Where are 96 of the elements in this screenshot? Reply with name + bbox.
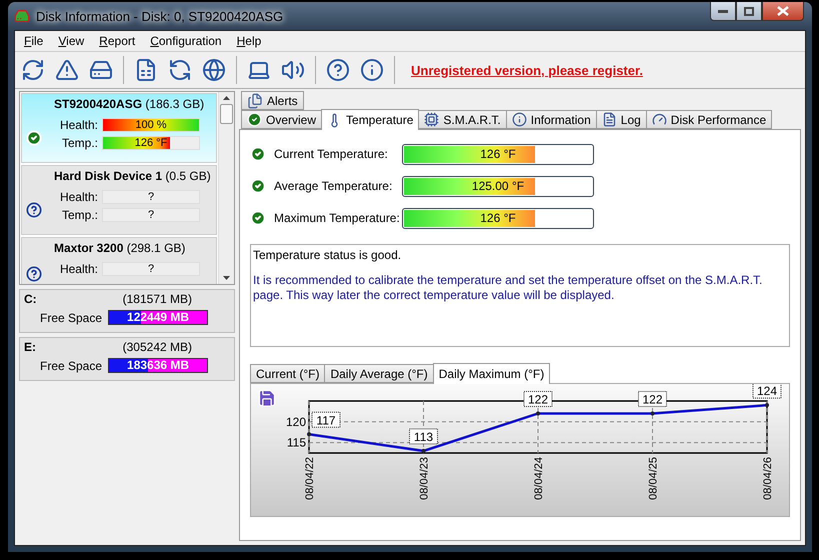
- window-title: Disk Information - Disk: 0, ST9200420ASG: [36, 8, 284, 24]
- maximize-button[interactable]: [736, 2, 762, 21]
- disk-item[interactable]: Maxtor 3200 (298.1 GB) Health: ?: [21, 237, 217, 284]
- info-icon: [512, 112, 527, 127]
- data-label: 124: [756, 384, 778, 398]
- data-label: 122: [642, 392, 663, 406]
- data-label: 122: [524, 390, 552, 407]
- temperature-label: Maximum Temperature:: [274, 211, 401, 225]
- menu-item[interactable]: Report: [94, 34, 146, 48]
- axis-label: 08/04/24: [533, 457, 545, 500]
- data-point: [536, 411, 540, 416]
- data-label: 113: [414, 430, 434, 444]
- temperature-meter: 125.00 °F: [402, 176, 594, 196]
- tab[interactable]: Overview: [241, 110, 322, 129]
- tab[interactable]: Disk Performance: [646, 110, 772, 129]
- check-icon: [247, 112, 262, 127]
- axis-label: 120: [286, 414, 306, 429]
- scrollbar[interactable]: [218, 92, 234, 284]
- chart-tab[interactable]: Daily Average (°F): [324, 364, 434, 383]
- data-label: 124: [752, 384, 782, 399]
- status-message: Temperature status is good.: [253, 248, 402, 262]
- document-icon[interactable]: [134, 58, 158, 82]
- close-icon: [777, 6, 789, 16]
- disk-item[interactable]: Hard Disk Device 1 (0.5 GB) Health: ? Temp.: ?: [21, 165, 217, 235]
- temperature-meter: 126 °F: [402, 208, 594, 228]
- free-space-label: Free Space: [40, 310, 102, 324]
- app-icon: [14, 8, 30, 24]
- axis-label: 115: [286, 436, 306, 450]
- menu-item[interactable]: Help: [232, 34, 272, 48]
- meter: 100 %: [102, 118, 200, 132]
- data-label: 122: [528, 392, 548, 406]
- tab[interactable]: S.M.A.R.T.: [418, 110, 507, 129]
- row-label: Health:: [60, 118, 99, 132]
- tab[interactable]: Alerts: [241, 91, 304, 110]
- menu-item[interactable]: View: [53, 34, 94, 48]
- save-icon[interactable]: [258, 390, 276, 406]
- refresh-icon[interactable]: [21, 58, 45, 82]
- scroll-down-icon[interactable]: [223, 276, 230, 280]
- data-label: 113: [409, 428, 438, 444]
- drive-letter: C:: [24, 292, 37, 306]
- meter: 126 °F: [102, 136, 200, 150]
- axis-label: 08/04/23: [418, 457, 430, 500]
- chart-tab[interactable]: Current (°F): [250, 364, 326, 383]
- menu-item[interactable]: File: [19, 34, 54, 48]
- register-link[interactable]: Unregistered version, please register.: [411, 62, 643, 78]
- data-point: [765, 403, 769, 408]
- info-icon[interactable]: [360, 58, 384, 82]
- temperature-label: Average Temperature:: [274, 179, 394, 193]
- data-point: [307, 432, 311, 436]
- help-icon[interactable]: [326, 58, 350, 82]
- hard-drive-icon[interactable]: [89, 58, 113, 82]
- globe-icon[interactable]: [202, 58, 226, 82]
- document-icon: [602, 112, 617, 127]
- disk-name: ST9200420ASG (186.3 GB): [53, 96, 206, 113]
- scroll-up-icon[interactable]: [223, 96, 230, 100]
- maximize-icon: [744, 6, 754, 16]
- tab[interactable]: Log: [596, 110, 647, 129]
- tab[interactable]: Information: [506, 110, 597, 129]
- data-label: 122: [638, 390, 667, 407]
- disk-name: Maxtor 3200 (298.1 GB): [53, 240, 186, 257]
- minimize-icon: [718, 10, 728, 12]
- minimize-button[interactable]: [710, 2, 736, 21]
- data-point: [650, 411, 654, 416]
- temperature-label: Current Temperature:: [274, 147, 389, 161]
- chart-tab[interactable]: Daily Maximum (°F): [432, 363, 550, 384]
- temperature-meter: 126 °F: [402, 144, 594, 164]
- axis-label: 08/04/25: [648, 457, 660, 500]
- tab[interactable]: Temperature: [321, 109, 420, 130]
- close-button[interactable]: [762, 2, 804, 21]
- axis-label: 08/04/22: [304, 457, 316, 500]
- meter: ?: [102, 262, 200, 276]
- sync-icon[interactable]: [168, 58, 192, 82]
- meter: ?: [102, 190, 200, 204]
- row-label: Health:: [60, 262, 99, 276]
- disk-name: Hard Disk Device 1 (0.5 GB): [53, 168, 212, 185]
- row-label: Health:: [60, 190, 99, 204]
- data-label: 117: [316, 413, 336, 428]
- gauge-icon: [652, 112, 667, 127]
- scroll-thumb[interactable]: [220, 104, 233, 124]
- drive-size: (181571 MB): [122, 292, 192, 306]
- drive-letter: E:: [24, 340, 36, 354]
- disk-item[interactable]: ST9200420ASG (186.3 GB) Health: 100 % Temp.: 126 °F: [21, 93, 217, 163]
- data-point: [422, 448, 426, 453]
- row-label: Temp.:: [62, 136, 99, 150]
- advice-message: It is recommended to calibrate the temperature and set the temperature offset on the S.M.A.R.T. page. This way later the correct temperature value will be displayed.: [253, 273, 764, 303]
- meter: ?: [102, 208, 200, 222]
- menu-item[interactable]: Configuration: [145, 34, 232, 48]
- axis-label: 08/04/26: [762, 457, 774, 500]
- row-label: Temp.:: [62, 208, 99, 222]
- documents-icon: [247, 92, 263, 108]
- chip-icon: [424, 112, 440, 127]
- drive-size: (305242 MB): [122, 340, 192, 354]
- free-space-label: Free Space: [40, 358, 102, 372]
- data-label: 117: [312, 412, 340, 428]
- speaker-icon[interactable]: [281, 58, 305, 82]
- warning-icon[interactable]: [55, 58, 79, 82]
